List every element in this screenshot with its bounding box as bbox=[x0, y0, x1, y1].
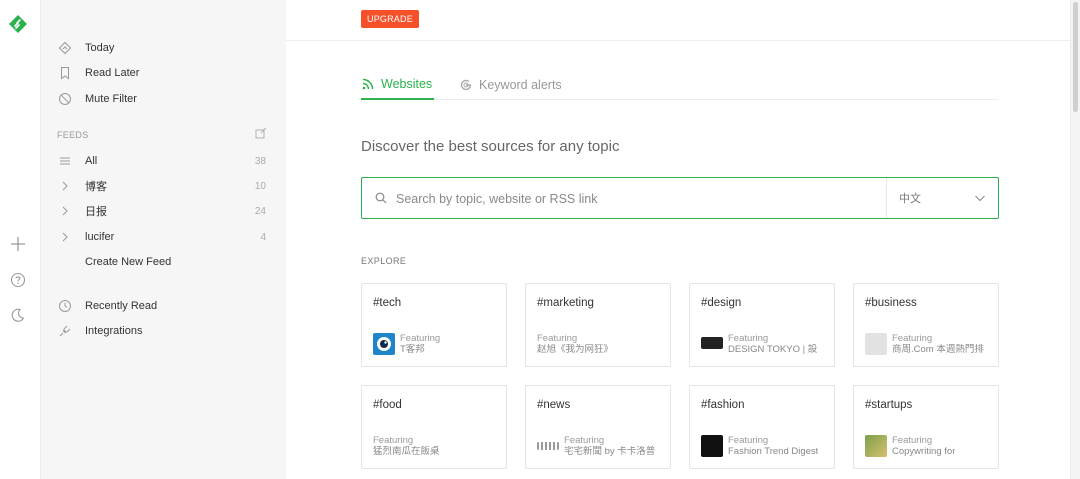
topic-card-business[interactable]: #business Featuring 商周.Com 本週熱門排 bbox=[853, 283, 999, 367]
sidebar-item-label: 日报 bbox=[85, 206, 107, 218]
topic-tag: #tech bbox=[373, 297, 402, 309]
unread-count: 38 bbox=[254, 155, 266, 167]
sidebar-item-label: All bbox=[85, 155, 98, 167]
sidebar-feed-blog[interactable]: 博客 10 bbox=[58, 175, 273, 197]
create-new-feed-link[interactable]: Create New Feed bbox=[58, 251, 273, 273]
sidebar-feed-all[interactable]: All 38 bbox=[58, 150, 273, 172]
add-icon[interactable] bbox=[10, 236, 26, 252]
plug-icon bbox=[59, 325, 71, 337]
source-logo bbox=[865, 333, 887, 355]
main-content: UPGRADE Websites Keyword alerts Discover… bbox=[286, 0, 1080, 479]
topic-card-design[interactable]: #design Featuring DESIGN TOKYO | 設 bbox=[689, 283, 835, 367]
sidebar-item-label: lucifer bbox=[85, 231, 115, 243]
sidebar-item-label: Read Later bbox=[85, 67, 140, 79]
topic-tag: #marketing bbox=[537, 297, 594, 309]
chevron-right-icon[interactable] bbox=[58, 179, 72, 193]
clock-icon bbox=[59, 300, 71, 312]
feedly-logo-icon[interactable] bbox=[8, 14, 28, 34]
scrollbar-thumb[interactable] bbox=[1073, 2, 1078, 112]
source-logo bbox=[373, 333, 395, 355]
search-icon bbox=[375, 192, 387, 204]
source-name: 猛烈南瓜在飯桌 bbox=[373, 446, 440, 457]
language-select[interactable]: 中文 bbox=[886, 178, 998, 218]
rss-icon bbox=[362, 78, 374, 90]
help-icon[interactable] bbox=[10, 272, 26, 288]
icon-rail bbox=[0, 0, 41, 479]
source-name: 赵旭《我为网狂》 bbox=[537, 344, 614, 355]
unread-count: 4 bbox=[260, 231, 266, 243]
source-name: Copywriting for bbox=[892, 446, 956, 457]
topic-card-news[interactable]: #news Featuring 宅宅新聞 by 卡卡洛普 bbox=[525, 385, 671, 469]
chevron-right-icon[interactable] bbox=[58, 204, 72, 218]
topic-tag: #food bbox=[373, 399, 402, 411]
source-name: Fashion Trend Digest bbox=[728, 446, 819, 457]
topic-card-tech[interactable]: #tech Featuring T客邦 bbox=[361, 283, 507, 367]
sidebar-item-read-later[interactable]: Read Later bbox=[58, 62, 273, 84]
featuring-label: Featuring bbox=[400, 333, 441, 344]
edit-feeds-icon[interactable] bbox=[255, 127, 267, 139]
scrollbar[interactable] bbox=[1070, 0, 1080, 479]
source-logo bbox=[537, 442, 559, 450]
source-name: 商周.Com 本週熱門排 bbox=[892, 344, 984, 355]
explore-label: EXPLORE bbox=[361, 256, 407, 266]
sidebar-item-label: 博客 bbox=[85, 181, 107, 193]
sidebar-item-label: Mute Filter bbox=[85, 93, 137, 105]
featuring-label: Featuring bbox=[728, 435, 769, 446]
topic-tag: #fashion bbox=[701, 399, 745, 411]
sidebar-item-label: Today bbox=[85, 42, 115, 54]
source-logo bbox=[865, 435, 887, 457]
search-box: 中文 bbox=[361, 177, 999, 219]
mute-icon bbox=[59, 93, 71, 105]
sidebar-item-mute-filter[interactable]: Mute Filter bbox=[58, 88, 273, 110]
tab-label: Keyword alerts bbox=[479, 78, 562, 92]
tab-keyword-alerts[interactable]: Keyword alerts bbox=[459, 70, 562, 100]
create-new-feed-label: Create New Feed bbox=[85, 256, 172, 268]
topic-tag: #news bbox=[537, 399, 571, 411]
unread-count: 24 bbox=[254, 205, 266, 217]
source-name: DESIGN TOKYO | 設 bbox=[728, 344, 818, 355]
sidebar-item-label: Integrations bbox=[85, 325, 143, 337]
google-icon bbox=[460, 79, 472, 91]
sidebar-item-today[interactable]: Today bbox=[58, 37, 273, 59]
tab-websites[interactable]: Websites bbox=[361, 70, 434, 100]
featuring-label: Featuring bbox=[892, 435, 933, 446]
chevron-right-icon[interactable] bbox=[58, 230, 72, 244]
feeds-section-label: FEEDS bbox=[57, 130, 89, 140]
topic-tag: #design bbox=[701, 297, 742, 309]
today-icon bbox=[58, 41, 72, 55]
featuring-label: Featuring bbox=[728, 333, 769, 344]
bookmark-icon bbox=[61, 67, 69, 80]
sidebar: Today Read Later Mute Filter FEEDS All 3… bbox=[41, 0, 286, 479]
sidebar-item-integrations[interactable]: Integrations bbox=[58, 320, 273, 342]
page-title: Discover the best sources for any topic bbox=[361, 138, 620, 155]
topic-card-food[interactable]: #food Featuring 猛烈南瓜在飯桌 bbox=[361, 385, 507, 469]
source-name: 宅宅新聞 by 卡卡洛普 bbox=[564, 446, 656, 457]
source-name: T客邦 bbox=[400, 344, 425, 355]
list-icon bbox=[60, 157, 70, 165]
sidebar-feed-lucifer[interactable]: lucifer 4 bbox=[58, 226, 273, 248]
source-logo bbox=[701, 435, 723, 457]
topic-card-startups[interactable]: #startups Featuring Copywriting for bbox=[853, 385, 999, 469]
topic-card-marketing[interactable]: #marketing Featuring 赵旭《我为网狂》 bbox=[525, 283, 671, 367]
sidebar-item-recently-read[interactable]: Recently Read bbox=[58, 295, 273, 317]
search-input[interactable] bbox=[396, 188, 876, 210]
sidebar-feed-daily[interactable]: 日报 24 bbox=[58, 200, 273, 222]
chevron-down-icon bbox=[975, 195, 985, 202]
featuring-label: Featuring bbox=[537, 333, 578, 344]
unread-count: 10 bbox=[254, 180, 266, 192]
source-tabs: Websites Keyword alerts bbox=[361, 70, 999, 100]
featuring-label: Featuring bbox=[564, 435, 605, 446]
upgrade-button[interactable]: UPGRADE bbox=[361, 10, 419, 28]
topic-tag: #business bbox=[865, 297, 917, 309]
topic-tag: #startups bbox=[865, 399, 913, 411]
sidebar-item-label: Recently Read bbox=[85, 300, 158, 312]
top-bar: UPGRADE bbox=[286, 0, 1070, 41]
language-value: 中文 bbox=[899, 193, 921, 205]
featuring-label: Featuring bbox=[373, 435, 414, 446]
topic-card-fashion[interactable]: #fashion Featuring Fashion Trend Digest bbox=[689, 385, 835, 469]
source-logo bbox=[701, 337, 723, 349]
featuring-label: Featuring bbox=[892, 333, 933, 344]
night-mode-icon[interactable] bbox=[10, 307, 26, 323]
tab-label: Websites bbox=[381, 77, 433, 91]
